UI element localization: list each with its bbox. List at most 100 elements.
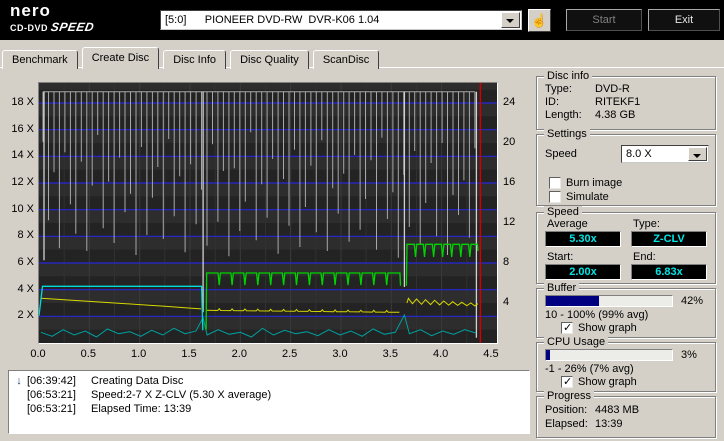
disc-type-label: Type:	[545, 83, 572, 95]
axis-tick-label: 2 X	[17, 309, 34, 322]
log-timestamp: [06:53:21]	[27, 403, 76, 415]
speed-average-value: 5.30x	[545, 231, 621, 247]
nero-cd-dvd-speed-window: nero CD-DVD SPEED [5:0] PIONEER DVD-RW DV…	[0, 0, 724, 441]
status-log[interactable]: ↓ [06:39:42] Creating Data Disc [06:53:21]…	[8, 370, 530, 434]
logo-speed-text: SPEED	[49, 20, 96, 34]
log-line: [06:53:21] Speed:2-7 X Z-CLV (5.30 X aver…	[11, 388, 527, 402]
drive-selector-dropdown-button[interactable]	[501, 12, 520, 28]
simulate-checkbox[interactable]	[549, 191, 561, 203]
axis-tick-label: 20	[503, 136, 516, 148]
axis-tick-label: 10 X	[11, 202, 34, 215]
progress-position-value: 4483 MB	[595, 404, 640, 416]
axis-tick-label: 14 X	[11, 149, 34, 162]
axis-tick-label: 8	[503, 256, 510, 268]
buffer-group: Buffer 42% 10 - 100% (99% avg) Show grap…	[536, 282, 716, 338]
buffer-show-graph-label: Show graph	[578, 322, 637, 334]
speed-start-value: 2.00x	[545, 264, 621, 280]
cpu-range: -1 - 26% (7% avg)	[545, 363, 634, 375]
log-message: Elapsed Time: 13:39	[91, 403, 192, 415]
buffer-bar	[545, 295, 673, 307]
disc-id-label: ID:	[545, 96, 560, 108]
disc-length-value: 4.38 GB	[595, 109, 636, 121]
drive-selector-value: [5:0] PIONEER DVD-RW DVR-K06 1.04	[165, 14, 380, 26]
group-title: Disc info	[544, 70, 593, 82]
start-button[interactable]: Start	[566, 9, 642, 31]
group-title: Settings	[544, 128, 590, 140]
nero-logo-text: nero	[10, 1, 51, 20]
burn-image-checkbox[interactable]	[549, 177, 561, 189]
cpu-usage-group: CPU Usage 3% -1 - 26% (7% avg) Show grap…	[536, 336, 716, 392]
axis-tick-label: 12	[503, 216, 516, 228]
axis-tick-label: 0.0	[30, 348, 46, 360]
speed-select-label: Speed	[545, 148, 577, 160]
tab-disc-info[interactable]: Disc Info	[163, 50, 227, 69]
progress-group: Progress Position: 4483 MB Elapsed: 13:3…	[536, 390, 716, 438]
axis-tick-label: 2.5	[281, 348, 298, 360]
cpu-show-graph-label: Show graph	[578, 376, 637, 388]
hand-icon: ☝	[531, 12, 548, 28]
progress-position-label: Position:	[545, 404, 588, 416]
tab-scandisc[interactable]: ScanDisc	[312, 50, 380, 69]
log-entry-icon: ↓	[16, 375, 22, 387]
axis-tick-label: 1.0	[131, 348, 147, 360]
chart-plot-area	[38, 82, 498, 344]
drive-tool-button[interactable]: ☝	[528, 9, 551, 32]
cpu-percent: 3%	[681, 349, 697, 361]
axis-tick-label: 6 X	[17, 256, 34, 268]
disc-info-group: Disc info Type: DVD-R ID: RITEKF1 Length…	[536, 70, 716, 130]
axis-tick-label: 4.5	[483, 348, 499, 360]
axis-tick-label: 16 X	[11, 122, 34, 135]
progress-elapsed-label: Elapsed:	[545, 418, 588, 430]
group-title: Progress	[544, 390, 595, 402]
axis-tick-label: 12 X	[11, 176, 34, 188]
axis-tick-label: 24	[503, 96, 516, 108]
axis-tick-label: 1.5	[181, 348, 197, 360]
topbar: nero CD-DVD SPEED [5:0] PIONEER DVD-RW DV…	[0, 0, 724, 40]
speed-type-value: Z-CLV	[631, 231, 707, 247]
group-title: Speed	[544, 206, 582, 218]
speed-group: Speed Average 5.30x Type: Z-CLV Start: 2…	[536, 206, 716, 284]
axis-tick-label: 16	[503, 176, 516, 188]
speed-end-value: 6.83x	[631, 264, 707, 280]
log-timestamp: [06:39:42]	[27, 375, 76, 387]
log-line: [06:53:21] Elapsed Time: 13:39	[11, 402, 527, 416]
buffer-range: 10 - 100% (99% avg)	[545, 309, 649, 321]
speed-type-label: Type:	[633, 218, 660, 230]
cpu-bar	[545, 349, 673, 361]
speed-select-dropdown-button[interactable]	[688, 147, 707, 161]
settings-group: Settings Speed 8.0 X Burn image Simulate	[536, 128, 716, 206]
exit-button[interactable]: Exit	[648, 9, 720, 31]
logo-cddvd-text: CD-DVD	[10, 23, 48, 33]
progress-elapsed-value: 13:39	[595, 418, 623, 430]
nero-logo: nero CD-DVD SPEED	[10, 1, 96, 36]
axis-tick-label: 3.0	[332, 348, 348, 360]
chart-canvas	[38, 83, 497, 346]
speed-select-value: 8.0 X	[626, 148, 652, 160]
chevron-down-icon	[506, 19, 514, 23]
group-title: Buffer	[544, 282, 580, 294]
disc-length-label: Length:	[545, 109, 582, 121]
log-timestamp: [06:53:21]	[27, 389, 76, 401]
log-line: ↓ [06:39:42] Creating Data Disc	[11, 374, 527, 388]
disc-id-value: RITEKF1	[595, 96, 641, 108]
buffer-show-graph-checkbox[interactable]	[561, 321, 573, 334]
log-message: Creating Data Disc	[91, 375, 184, 387]
tab-benchmark[interactable]: Benchmark	[2, 50, 78, 69]
axis-tick-label: 0.5	[80, 348, 96, 360]
tab-disc-quality[interactable]: Disc Quality	[230, 50, 309, 69]
speed-select[interactable]: 8.0 X	[621, 145, 709, 163]
axis-tick-label: 4 X	[17, 282, 34, 295]
log-message: Speed:2-7 X Z-CLV (5.30 X average)	[91, 389, 272, 401]
drive-selector[interactable]: [5:0] PIONEER DVD-RW DVR-K06 1.04	[160, 10, 522, 30]
disc-type-value: DVD-R	[595, 83, 630, 95]
axis-tick-label: 4.0	[432, 348, 449, 360]
tab-bar: Benchmark Create Disc Disc Info Disc Qua…	[2, 47, 380, 69]
tab-create-disc[interactable]: Create Disc	[81, 47, 160, 69]
burn-image-label: Burn image	[566, 177, 623, 189]
axis-tick-label: 3.5	[382, 348, 398, 360]
group-title: CPU Usage	[544, 336, 609, 348]
cpu-bar-fill	[546, 350, 550, 360]
buffer-percent: 42%	[681, 295, 704, 307]
simulate-label: Simulate	[566, 191, 609, 203]
cpu-show-graph-checkbox[interactable]	[561, 375, 573, 388]
